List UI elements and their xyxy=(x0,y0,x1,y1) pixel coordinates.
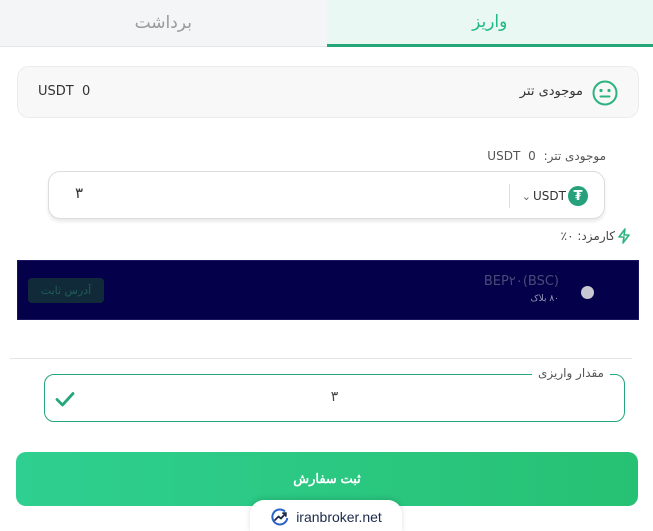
tether-icon: ₮ xyxy=(568,186,588,206)
deposit-amount-label: مقدار واریزی xyxy=(531,366,610,380)
divider xyxy=(509,184,510,208)
section-divider xyxy=(10,358,632,359)
balance-label: موجودی تتر xyxy=(519,84,583,99)
submit-order-button[interactable]: ثبت سفارش xyxy=(16,452,638,506)
neutral-face-icon xyxy=(592,80,618,106)
balance-value: USDT 0 xyxy=(38,84,91,99)
network-blocks: ۸۰ بلاک xyxy=(530,294,559,304)
check-icon xyxy=(55,392,75,407)
available-unit: USDT xyxy=(487,149,521,163)
fee-label: کارمزد: ۰٪ xyxy=(560,229,615,243)
network-name: BEP۲۰(BSC) xyxy=(483,274,559,289)
watermark-text: iranbroker.net xyxy=(296,509,382,525)
balance-card: موجودی تتر USDT 0 xyxy=(17,66,639,118)
currency-select[interactable]: ⌄ USDT ₮ xyxy=(522,186,588,206)
available-label: موجودی تتر: xyxy=(543,149,606,163)
network-radio[interactable] xyxy=(581,286,594,299)
watermark: iranbroker.net xyxy=(250,500,402,531)
amount-input[interactable]: ⌄ USDT ₮ ۳ xyxy=(48,171,605,219)
available-balance: موجودی تتر: 0 USDT xyxy=(485,149,608,163)
tab-deposit[interactable]: واریز xyxy=(326,0,653,47)
fixed-address-badge: آدرس ثابت xyxy=(28,278,104,303)
deposit-amount-field[interactable]: مقدار واریزی ۳ xyxy=(44,366,625,422)
currency-label: USDT xyxy=(533,189,566,203)
deposit-amount-value: ۳ xyxy=(330,389,339,405)
tab-withdraw[interactable]: برداشت xyxy=(0,0,327,47)
available-amount: 0 xyxy=(528,149,536,163)
network-option[interactable]: BEP۲۰(BSC) ۸۰ بلاک آدرس ثابت xyxy=(17,260,639,320)
chevron-down-icon: ⌄ xyxy=(521,189,532,203)
amount-value: ۳ xyxy=(75,184,84,202)
fee-row: کارمزد: ۰٪ xyxy=(561,228,631,244)
tab-bar: برداشت واریز xyxy=(0,0,653,47)
lightning-icon xyxy=(618,228,630,244)
chart-logo-icon xyxy=(271,508,289,526)
